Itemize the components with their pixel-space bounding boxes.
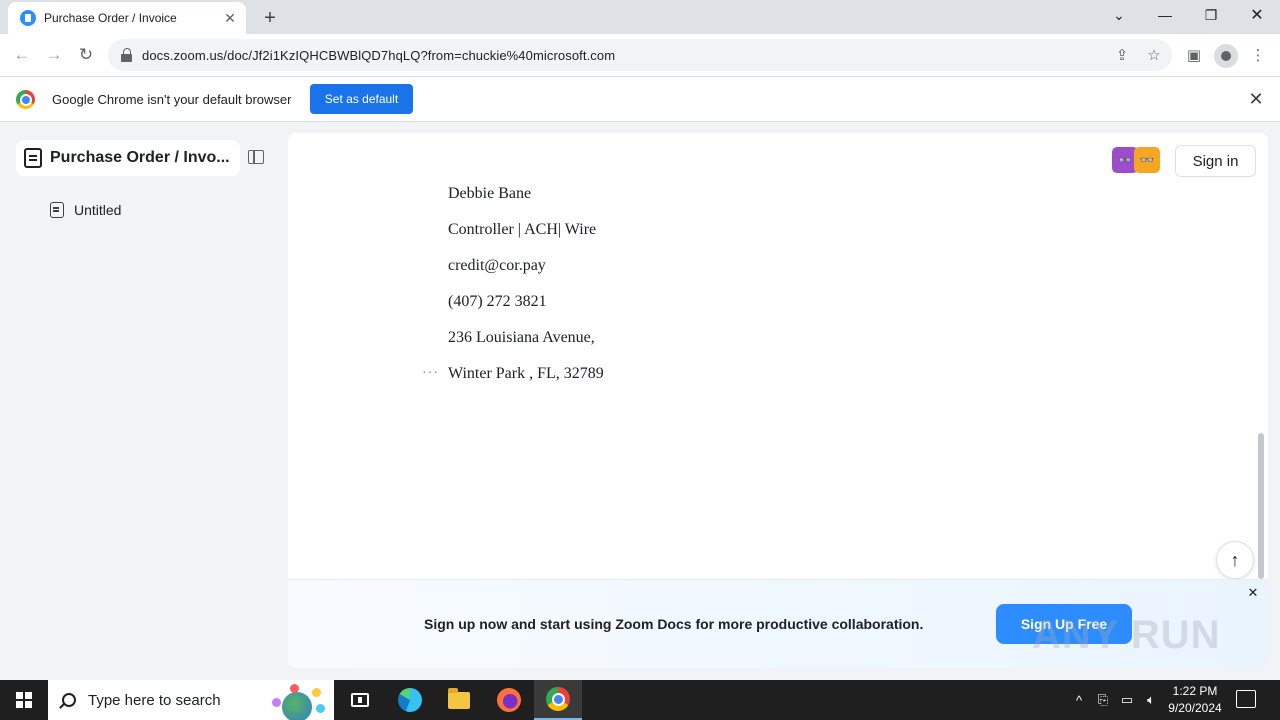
doc-line[interactable]: Winter Park , FL, 32789 xyxy=(448,363,604,399)
scroll-to-top-arrow-icon[interactable]: ↑ xyxy=(1216,541,1254,579)
search-highlight-globe-icon[interactable] xyxy=(264,684,330,720)
sidebar-item-label: Untitled xyxy=(74,202,122,218)
collaborator-avatars: 👓 👓 xyxy=(1112,147,1162,175)
search-placeholder: Type here to search xyxy=(88,691,221,709)
tab-title: Purchase Order / Invoice xyxy=(44,11,177,25)
doc-line[interactable]: (407) 272 3821 xyxy=(448,291,604,327)
doc-line[interactable]: Debbie Bane xyxy=(448,183,604,219)
clock-time: 1:22 PM xyxy=(1172,684,1218,698)
system-clock[interactable]: 1:22 PM 9/20/2024 xyxy=(1160,683,1230,717)
doc-title-text: Purchase Order / Invo... xyxy=(50,149,230,166)
show-hidden-icons-chevron-up-icon[interactable]: ^ xyxy=(1068,680,1090,720)
anonymous-avatar-icon: 👓 xyxy=(1134,147,1160,173)
address-bar[interactable]: docs.zoom.us/doc/Jf2i1KzIQHCBWBlQD7hqLQ?… xyxy=(108,39,1172,71)
profile-avatar-icon[interactable] xyxy=(1214,44,1238,68)
promo-text: Sign up now and start using Zoom Docs fo… xyxy=(424,616,924,632)
sidebar-doc-title[interactable]: Purchase Order / Invo... xyxy=(16,140,240,176)
windows-taskbar: Type here to search ^ ⎘ ▭ 🔈︎ 1:22 PM 9/2… xyxy=(0,680,1280,720)
volume-icon[interactable]: 🔈︎ xyxy=(1140,680,1162,720)
zoom-docs-favicon-icon xyxy=(20,10,36,26)
side-panel-icon[interactable]: ▣ xyxy=(1182,43,1206,67)
new-tab-icon[interactable]: + xyxy=(258,6,282,30)
edge-icon[interactable] xyxy=(386,680,434,720)
back-arrow-icon[interactable]: ← xyxy=(8,41,36,69)
document-body: Debbie Bane Controller | ACH| Wire credi… xyxy=(448,183,604,399)
taskbar-search-input[interactable]: Type here to search xyxy=(48,680,334,720)
chrome-taskbar-icon[interactable] xyxy=(534,680,582,720)
sign-in-button[interactable]: Sign in xyxy=(1175,145,1256,177)
default-browser-infobar: Google Chrome isn't your default browser… xyxy=(0,76,1280,122)
url-text[interactable]: docs.zoom.us/doc/Jf2i1KzIQHCBWBlQD7hqLQ?… xyxy=(142,48,615,63)
page-icon xyxy=(50,202,64,218)
file-explorer-icon[interactable] xyxy=(435,680,483,720)
block-handle-icon[interactable]: ··· xyxy=(422,363,439,379)
windows-logo-icon xyxy=(16,692,32,708)
chrome-logo-icon xyxy=(16,90,35,109)
infobar-message: Google Chrome isn't your default browser xyxy=(52,92,292,107)
tab-search-chevron-down-icon[interactable]: ⌄ xyxy=(1096,0,1142,30)
browser-tab[interactable]: Purchase Order / Invoice ✕ xyxy=(8,2,246,34)
notification-center-icon[interactable] xyxy=(1236,690,1256,708)
document-panel: 👓 👓 Sign in Debbie Bane Controller | ACH… xyxy=(288,133,1268,668)
forward-arrow-icon[interactable]: → xyxy=(40,41,68,69)
bookmark-star-icon[interactable]: ☆ xyxy=(1142,43,1166,67)
minimize-icon[interactable]: — xyxy=(1142,0,1188,30)
doc-line[interactable]: Controller | ACH| Wire xyxy=(448,219,604,255)
task-view-icon[interactable] xyxy=(336,680,384,720)
start-button[interactable] xyxy=(0,680,48,720)
set-as-default-button[interactable]: Set as default xyxy=(310,84,413,114)
zoom-docs-app: Purchase Order / Invo... Untitled 👓 👓 Si… xyxy=(0,122,1280,680)
signup-promo-banner: Sign up now and start using Zoom Docs fo… xyxy=(288,579,1268,668)
search-icon xyxy=(62,693,76,707)
restore-icon[interactable]: ❐ xyxy=(1188,0,1234,30)
firefox-icon[interactable] xyxy=(485,680,533,720)
share-icon[interactable]: ⇪ xyxy=(1110,43,1134,67)
browser-toolbar: ← → ↻ docs.zoom.us/doc/Jf2i1KzIQHCBWBlQD… xyxy=(0,34,1280,76)
clock-date: 9/20/2024 xyxy=(1168,701,1222,715)
reload-icon[interactable]: ↻ xyxy=(72,41,100,69)
chrome-menu-icon[interactable]: ⋮ xyxy=(1246,43,1270,67)
tab-close-icon[interactable]: ✕ xyxy=(222,10,238,26)
promo-close-icon[interactable]: ✕ xyxy=(1246,585,1260,600)
window-close-icon[interactable]: ✕ xyxy=(1234,0,1280,30)
lock-icon[interactable] xyxy=(120,48,134,62)
infobar-close-icon[interactable]: ✕ xyxy=(1246,89,1266,109)
anyrun-watermark: ANY RUN xyxy=(1032,610,1242,660)
doc-line[interactable]: credit@cor.pay xyxy=(448,255,604,291)
sidebar-item-untitled[interactable]: Untitled xyxy=(50,202,121,218)
doc-line[interactable]: 236 Louisiana Avenue, xyxy=(448,327,604,363)
collapse-sidebar-icon[interactable] xyxy=(248,150,264,164)
watermark-text: ANY RUN xyxy=(1032,612,1221,657)
scrollbar-thumb[interactable] xyxy=(1258,433,1264,579)
document-icon xyxy=(24,148,42,168)
network-icon[interactable]: ▭ xyxy=(1116,680,1138,720)
tab-strip: Purchase Order / Invoice ✕ + ⌄ — ❐ ✕ xyxy=(0,0,1280,34)
meet-now-icon[interactable]: ⎘ xyxy=(1092,680,1114,720)
